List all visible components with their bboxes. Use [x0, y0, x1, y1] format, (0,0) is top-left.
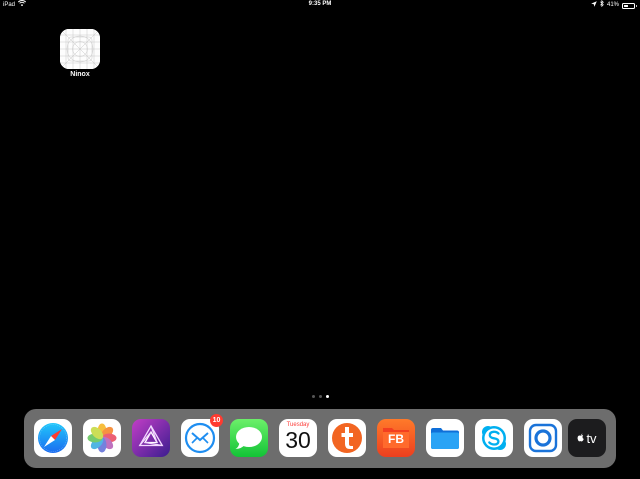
skype-icon [475, 419, 513, 457]
page-dot-current [325, 395, 329, 398]
apple-logo-icon [577, 433, 585, 442]
dock-app-teamviewer[interactable] [524, 419, 562, 457]
dock-app-airmail[interactable]: 10 [181, 414, 223, 457]
ninox-icon [60, 29, 100, 69]
messages-icon [230, 419, 268, 457]
teamviewer-icon [524, 419, 562, 457]
app-label: Ninox [70, 71, 90, 78]
files-icon [426, 419, 464, 457]
calendar-date: 30 [285, 427, 311, 453]
fb-app-label: FB [388, 432, 404, 446]
dock-app-messages[interactable] [230, 419, 268, 457]
dock-app-files[interactable] [426, 419, 464, 457]
notification-badge: 10 [210, 414, 223, 427]
home-app-ninox[interactable]: Ninox [60, 29, 100, 78]
dock-app-tinder[interactable] [328, 419, 366, 457]
location-arrow-icon [591, 0, 597, 11]
dock: 10 Tuesday 30 FB tv [24, 409, 616, 468]
dock-app-fb[interactable]: FB [377, 419, 415, 457]
dock-app-apple-tv[interactable]: tv [568, 419, 606, 457]
affinity-photo-icon [132, 419, 170, 457]
dock-app-skype[interactable] [475, 419, 513, 457]
page-dot [318, 395, 322, 398]
apple-tv-label: tv [586, 430, 597, 446]
dock-app-safari[interactable] [34, 419, 72, 457]
page-indicator[interactable] [0, 395, 640, 398]
tinder-icon [328, 419, 366, 457]
dock-app-calendar[interactable]: Tuesday 30 [279, 419, 317, 457]
clock: 9:35 PM [308, 1, 332, 7]
dock-app-photos[interactable] [83, 419, 121, 457]
battery-percent: 41% [606, 2, 619, 8]
safari-icon [34, 419, 72, 457]
page-dot [311, 395, 315, 398]
status-bar: iPad 9:35 PM 41% [0, 0, 640, 10]
photos-icon [83, 419, 121, 457]
battery-icon [622, 3, 637, 9]
bluetooth-icon [600, 0, 604, 11]
dock-app-affinity-photo[interactable] [132, 419, 170, 457]
